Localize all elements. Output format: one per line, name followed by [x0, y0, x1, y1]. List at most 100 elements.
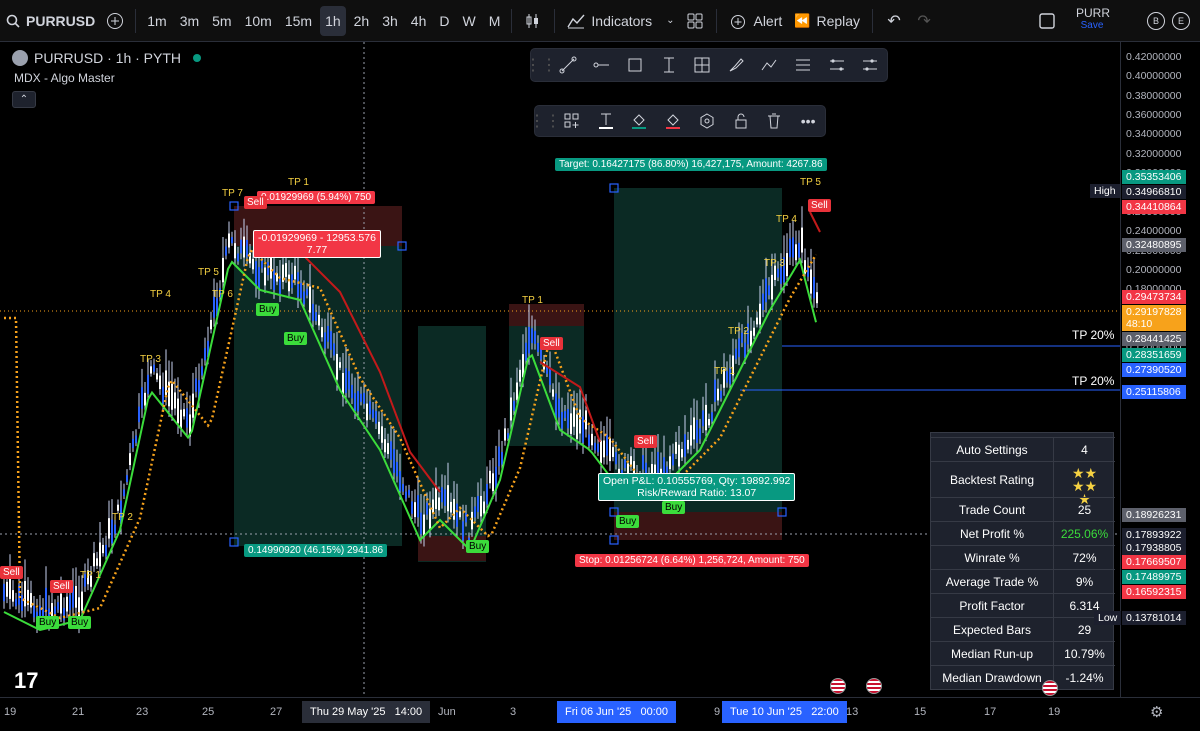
interval-D[interactable]: D: [434, 6, 454, 36]
interval-10m[interactable]: 10m: [240, 6, 277, 36]
badge-b[interactable]: B: [1147, 12, 1165, 30]
candle-body: [597, 443, 599, 453]
price-tick: 0.42000000: [1126, 51, 1182, 63]
interval-1h[interactable]: 1h: [320, 5, 346, 36]
candle-body: [816, 292, 818, 304]
lines-icon: [795, 59, 810, 71]
path-tool[interactable]: [753, 50, 787, 80]
time-axis[interactable]: 17 19 21 23 25 27 Jun 3 9 13 15 17 19 Thu 29 May '2…: [0, 668, 1200, 731]
interval-W[interactable]: W: [458, 6, 481, 36]
price-badge: 0.35353406: [1122, 170, 1186, 184]
undo-button[interactable]: ↶: [879, 6, 909, 36]
compare-button[interactable]: [101, 6, 129, 36]
add-object-tool[interactable]: [555, 106, 589, 136]
candle-body: [720, 390, 722, 399]
templates-button[interactable]: [680, 6, 710, 36]
collapse-legend-button[interactable]: ⌃: [12, 91, 36, 108]
lock-tool[interactable]: [724, 106, 758, 136]
more-tool[interactable]: •••: [791, 106, 825, 136]
drag-handle-icon[interactable]: ⋮⋮: [529, 106, 561, 136]
horizontal-ray-tool[interactable]: [585, 50, 619, 80]
time-highlight: Thu 29 May '25 14:00: [302, 701, 431, 723]
candle-body: [381, 426, 383, 443]
us-flag-icon[interactable]: [866, 678, 882, 694]
time-tick: 17: [984, 706, 997, 718]
delete-tool[interactable]: [758, 106, 792, 136]
backtest-value: 10.79%: [1053, 642, 1115, 666]
candle-body: [63, 608, 65, 621]
settings-gear-icon[interactable]: ⚙: [1150, 703, 1163, 721]
candle-body: [489, 470, 491, 484]
interval-3m[interactable]: 3m: [175, 6, 204, 36]
candle-body: [297, 272, 299, 298]
interval-3h[interactable]: 3h: [377, 6, 403, 36]
settings-lines-tool[interactable]: [853, 50, 887, 80]
object-settings-tool[interactable]: [690, 106, 724, 136]
us-flag-icon[interactable]: [1042, 680, 1058, 696]
layout-name-block[interactable]: PURR Save: [1076, 6, 1110, 31]
candle-body: [762, 293, 764, 311]
buy-signal: Buy: [662, 501, 686, 514]
candle-body: [60, 593, 62, 614]
backtest-key: Median Drawdown: [942, 671, 1042, 685]
time-tick: 23: [136, 706, 149, 718]
fib-tool[interactable]: [786, 50, 820, 80]
crosshair-box-tool[interactable]: [685, 50, 719, 80]
rectangle-tool[interactable]: [618, 50, 652, 80]
layout-button[interactable]: [1036, 6, 1058, 36]
interval-4h[interactable]: 4h: [406, 6, 432, 36]
redo-button[interactable]: ↷: [909, 6, 939, 36]
backtest-key: Backtest Rating: [949, 473, 1035, 487]
interval-5m[interactable]: 5m: [207, 6, 236, 36]
long-zone: [614, 188, 782, 512]
candle-body: [750, 330, 752, 347]
badge-e[interactable]: E: [1172, 12, 1190, 30]
candle-body: [738, 338, 740, 358]
replay-button[interactable]: ⏪ Replay: [788, 6, 866, 36]
fill-color-tool[interactable]: [623, 106, 657, 136]
us-flag-icon[interactable]: [830, 678, 846, 694]
candle-body: [801, 227, 803, 253]
border-color-tool[interactable]: [656, 106, 690, 136]
candle-body: [642, 455, 644, 470]
interval-15m[interactable]: 15m: [280, 6, 317, 36]
tradingview-logo-icon: 17: [14, 668, 39, 693]
candle-body: [759, 303, 761, 325]
candle-body: [672, 453, 674, 466]
tp-marker: TP 2: [112, 512, 133, 523]
chart-type-button[interactable]: [518, 6, 548, 36]
candle-body: [180, 409, 182, 429]
candle-body: [369, 401, 371, 415]
candle-body: [717, 388, 719, 401]
interval-1m[interactable]: 1m: [142, 6, 171, 36]
candle-body: [780, 267, 782, 284]
backtest-key: Winrate %: [964, 551, 1020, 565]
tp-level-label: TP 20%: [1072, 328, 1115, 342]
brush-tool[interactable]: [719, 50, 753, 80]
symbol-search[interactable]: PURRUSD: [0, 6, 101, 36]
candle-body: [528, 326, 530, 354]
candle-body: [243, 236, 245, 258]
alert-button[interactable]: Alert: [723, 6, 788, 36]
interval-M[interactable]: M: [484, 6, 506, 36]
drag-handle-icon[interactable]: ⋮⋮: [525, 50, 557, 80]
backtest-row: Winrate % 72%: [931, 545, 1115, 570]
short-pl-box: -0.01929969 - 12953.576 7.77: [253, 230, 381, 258]
candle-body: [756, 317, 758, 325]
price-tick: 0.38000000: [1126, 89, 1182, 102]
paint-bucket-icon: [666, 114, 681, 129]
tp-marker: TP 1: [522, 295, 543, 306]
channel-tool[interactable]: [820, 50, 854, 80]
candle-body: [246, 239, 248, 257]
candle-body: [21, 595, 23, 611]
candle-body: [624, 459, 626, 468]
trendline-tool[interactable]: [551, 50, 585, 80]
text-color-tool[interactable]: [589, 106, 623, 136]
backtest-value: ★★★★★: [1053, 462, 1115, 506]
indicators-button[interactable]: Indicators ⌄: [561, 6, 680, 36]
candle-body: [144, 392, 146, 406]
tp-marker: TP 1: [288, 177, 309, 188]
candle-body: [288, 274, 290, 292]
interval-2h[interactable]: 2h: [349, 6, 375, 36]
text-tool[interactable]: [652, 50, 686, 80]
